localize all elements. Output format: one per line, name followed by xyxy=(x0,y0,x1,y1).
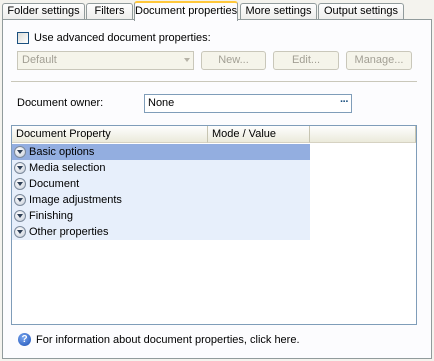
list-item-label: Media selection xyxy=(29,162,106,174)
advanced-properties-checkbox[interactable] xyxy=(17,32,29,44)
advanced-properties-label: Use advanced document properties: xyxy=(34,32,211,44)
list-item-finishing[interactable]: Finishing xyxy=(12,208,310,224)
column-header-filler xyxy=(310,126,416,143)
column-header-document-property[interactable]: Document Property xyxy=(12,126,208,143)
help-link[interactable]: For information about document propertie… xyxy=(36,334,300,347)
expand-icon[interactable] xyxy=(14,194,26,206)
advanced-properties-select[interactable]: Default xyxy=(17,51,194,70)
expand-icon[interactable] xyxy=(14,146,26,158)
list-item-document[interactable]: Document xyxy=(12,176,310,192)
list-item-other-properties[interactable]: Other properties xyxy=(12,224,310,240)
list-item-label: Document xyxy=(29,178,80,190)
list-item-label: Finishing xyxy=(29,210,74,222)
expand-icon[interactable] xyxy=(14,178,26,190)
help-question-icon[interactable]: ? xyxy=(18,333,31,346)
expand-icon[interactable] xyxy=(14,226,26,238)
tab-more-settings[interactable]: More settings xyxy=(240,3,317,20)
document-owner-label: Document owner: xyxy=(17,97,104,109)
list-item-label: Basic options xyxy=(29,146,95,158)
tab-folder-settings[interactable]: Folder settings xyxy=(2,3,85,20)
column-header-mode-value[interactable]: Mode / Value xyxy=(208,126,310,143)
browse-ellipsis-icon[interactable]: ··· xyxy=(340,95,349,110)
manage-button[interactable]: Manage... xyxy=(346,51,412,70)
list-item-label: Image adjustments xyxy=(29,194,122,206)
list-item-basic-options[interactable]: Basic options xyxy=(12,144,310,160)
new-button[interactable]: New... xyxy=(201,51,266,70)
tab-filters[interactable]: Filters xyxy=(86,3,133,20)
tab-strip: Folder settings Filters Document propert… xyxy=(2,1,432,21)
tab-document-properties[interactable]: Document properties xyxy=(134,1,238,21)
expand-icon[interactable] xyxy=(14,162,26,174)
document-owner-value: None xyxy=(148,97,175,109)
list-item-label: Other properties xyxy=(29,226,109,238)
document-property-list[interactable]: Document Property Mode / Value Basic opt… xyxy=(11,125,417,325)
list-item-image-adjustments[interactable]: Image adjustments xyxy=(12,192,310,208)
list-header: Document Property Mode / Value xyxy=(12,126,416,143)
list-item-media-selection[interactable]: Media selection xyxy=(12,160,310,176)
advanced-properties-row[interactable]: Use advanced document properties: xyxy=(17,32,211,45)
advanced-properties-select-value: Default xyxy=(22,54,57,66)
chevron-down-icon xyxy=(184,58,190,62)
section-divider xyxy=(11,81,417,82)
tab-output-settings[interactable]: Output settings xyxy=(318,3,404,20)
expand-icon[interactable] xyxy=(14,210,26,222)
document-owner-field[interactable]: None ··· xyxy=(144,94,352,113)
edit-button[interactable]: Edit... xyxy=(273,51,339,70)
